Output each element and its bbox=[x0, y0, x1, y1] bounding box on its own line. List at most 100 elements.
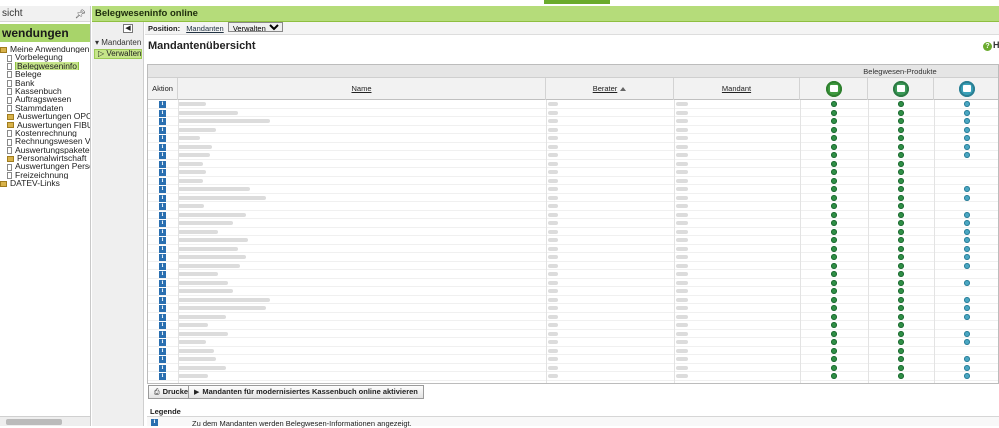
product-3-status-icon[interactable] bbox=[964, 245, 970, 252]
info-icon[interactable]: i bbox=[159, 373, 166, 380]
product-2-status-icon[interactable] bbox=[898, 135, 904, 141]
product-1-status-icon[interactable] bbox=[831, 101, 837, 107]
product-2-status-icon[interactable] bbox=[898, 169, 904, 175]
product-1-status-icon[interactable] bbox=[831, 288, 837, 294]
help-icon[interactable]: ? bbox=[983, 42, 992, 51]
product-1-status-icon[interactable] bbox=[831, 279, 837, 286]
tree-item[interactable]: Vorbelegung bbox=[0, 53, 90, 62]
product-1-status-icon[interactable] bbox=[831, 254, 837, 260]
product-1-status-icon[interactable] bbox=[831, 118, 837, 124]
product-3-status-icon[interactable] bbox=[964, 313, 970, 320]
tree-item[interactable]: Auswertungen FIBU bbox=[0, 121, 90, 129]
tree-item[interactable]: Kostenrechnung bbox=[0, 129, 90, 138]
info-icon[interactable]: i bbox=[159, 101, 166, 108]
tree-item[interactable]: Auftragswesen bbox=[0, 95, 90, 104]
product-3-status-icon[interactable] bbox=[964, 220, 970, 226]
tree-item[interactable]: Belege bbox=[0, 70, 90, 79]
nav-item-verwalten[interactable]: ▷ Verwalten bbox=[94, 49, 142, 59]
tree-item[interactable]: Bank bbox=[0, 79, 90, 87]
product-1-status-icon[interactable] bbox=[831, 305, 837, 311]
product-3-status-icon[interactable] bbox=[964, 135, 970, 141]
product-2-status-icon[interactable] bbox=[898, 322, 904, 328]
table-row[interactable]: i bbox=[148, 270, 998, 279]
product-1-status-icon[interactable] bbox=[831, 203, 837, 209]
product-2-status-icon[interactable] bbox=[898, 126, 904, 133]
activate-kassenbuch-button[interactable]: ▶ Mandanten für modernisiertes Kassenbuch… bbox=[188, 385, 424, 399]
info-icon[interactable]: i bbox=[159, 322, 166, 329]
product-1-status-icon[interactable] bbox=[831, 109, 837, 116]
product-3-status-icon[interactable] bbox=[964, 279, 970, 286]
info-icon[interactable]: i bbox=[159, 203, 166, 210]
info-icon[interactable]: i bbox=[159, 347, 166, 355]
product-2-status-icon[interactable] bbox=[898, 220, 904, 226]
tree-item[interactable]: Meine Anwendungen bbox=[0, 45, 90, 53]
position-select[interactable]: Verwalten bbox=[227, 22, 283, 32]
product-1-status-icon[interactable] bbox=[831, 194, 837, 201]
product-3-status-icon[interactable] bbox=[964, 305, 970, 311]
product-2-status-icon[interactable] bbox=[898, 228, 904, 235]
product-1-status-icon[interactable] bbox=[831, 347, 837, 354]
active-tab-indicator[interactable] bbox=[544, 0, 610, 4]
product-1-status-icon[interactable] bbox=[831, 237, 837, 243]
table-row[interactable]: i bbox=[148, 236, 998, 245]
column-header-berater[interactable]: Berater bbox=[546, 78, 674, 100]
info-icon[interactable]: i bbox=[159, 271, 166, 278]
info-icon[interactable]: i bbox=[159, 237, 166, 244]
product-2-status-icon[interactable] bbox=[898, 271, 904, 277]
product-2-status-icon[interactable] bbox=[898, 330, 904, 337]
info-icon[interactable]: i bbox=[159, 262, 166, 270]
product-3-status-icon[interactable] bbox=[964, 143, 970, 150]
product-3-status-icon[interactable] bbox=[964, 118, 970, 124]
product-1-status-icon[interactable] bbox=[831, 211, 837, 218]
product-3-status-icon[interactable] bbox=[964, 152, 970, 158]
product-3-status-icon[interactable] bbox=[964, 330, 970, 337]
product-2-status-icon[interactable] bbox=[898, 313, 904, 320]
product-2-status-icon[interactable] bbox=[898, 245, 904, 252]
product-2-status-icon[interactable] bbox=[898, 254, 904, 260]
product-3-status-icon[interactable] bbox=[964, 364, 970, 371]
product-2-status-icon[interactable] bbox=[898, 288, 904, 294]
product-3-status-icon[interactable] bbox=[964, 194, 970, 201]
table-row[interactable]: i bbox=[148, 364, 998, 372]
info-icon[interactable]: i bbox=[159, 186, 166, 193]
product-2-status-icon[interactable] bbox=[898, 177, 904, 184]
product-1-status-icon[interactable] bbox=[831, 245, 837, 252]
table-row[interactable]: i bbox=[148, 245, 998, 253]
product-1-status-icon[interactable] bbox=[831, 228, 837, 235]
product-2-status-icon[interactable] bbox=[898, 101, 904, 107]
info-icon[interactable]: i bbox=[159, 211, 166, 219]
product-2-status-icon[interactable] bbox=[898, 118, 904, 124]
product-1-status-icon[interactable] bbox=[831, 135, 837, 141]
tree-item[interactable]: Auswertungen Personalwir bbox=[0, 162, 90, 171]
product-2-status-icon[interactable] bbox=[898, 296, 904, 303]
tree-item[interactable]: Auswertungen OPOS bbox=[0, 112, 90, 120]
info-icon[interactable]: i bbox=[159, 135, 166, 142]
info-icon[interactable]: i bbox=[159, 152, 166, 159]
product-2-status-icon[interactable] bbox=[898, 194, 904, 201]
table-row[interactable]: i bbox=[148, 134, 998, 143]
scrollbar-thumb[interactable] bbox=[6, 419, 62, 425]
table-row[interactable]: i bbox=[148, 211, 998, 219]
product-2-status-icon[interactable] bbox=[898, 279, 904, 286]
product-2-status-icon[interactable] bbox=[898, 160, 904, 167]
product-2-status-icon[interactable] bbox=[898, 143, 904, 150]
info-icon[interactable]: i bbox=[159, 118, 166, 125]
product-3-status-icon[interactable] bbox=[964, 237, 970, 243]
product-2-status-icon[interactable] bbox=[898, 186, 904, 192]
product-1-status-icon[interactable] bbox=[831, 186, 837, 192]
tree-item[interactable]: Kassenbuch bbox=[0, 87, 90, 96]
product-2-status-icon[interactable] bbox=[898, 203, 904, 209]
table-row[interactable]: i bbox=[148, 321, 998, 330]
product-2-status-icon[interactable] bbox=[898, 262, 904, 269]
table-row[interactable]: i bbox=[148, 304, 998, 313]
product-3-status-icon[interactable] bbox=[964, 211, 970, 218]
table-row[interactable]: i bbox=[148, 313, 998, 321]
product-1-status-icon[interactable] bbox=[831, 177, 837, 184]
product-2-status-icon[interactable] bbox=[898, 152, 904, 158]
table-row[interactable]: i bbox=[148, 160, 998, 168]
column-header-name-label[interactable]: Name bbox=[351, 84, 371, 93]
info-icon[interactable]: i bbox=[159, 220, 166, 227]
info-icon[interactable]: i bbox=[159, 288, 166, 295]
column-header-name[interactable]: Name bbox=[178, 78, 546, 100]
table-row[interactable]: i bbox=[148, 202, 998, 211]
